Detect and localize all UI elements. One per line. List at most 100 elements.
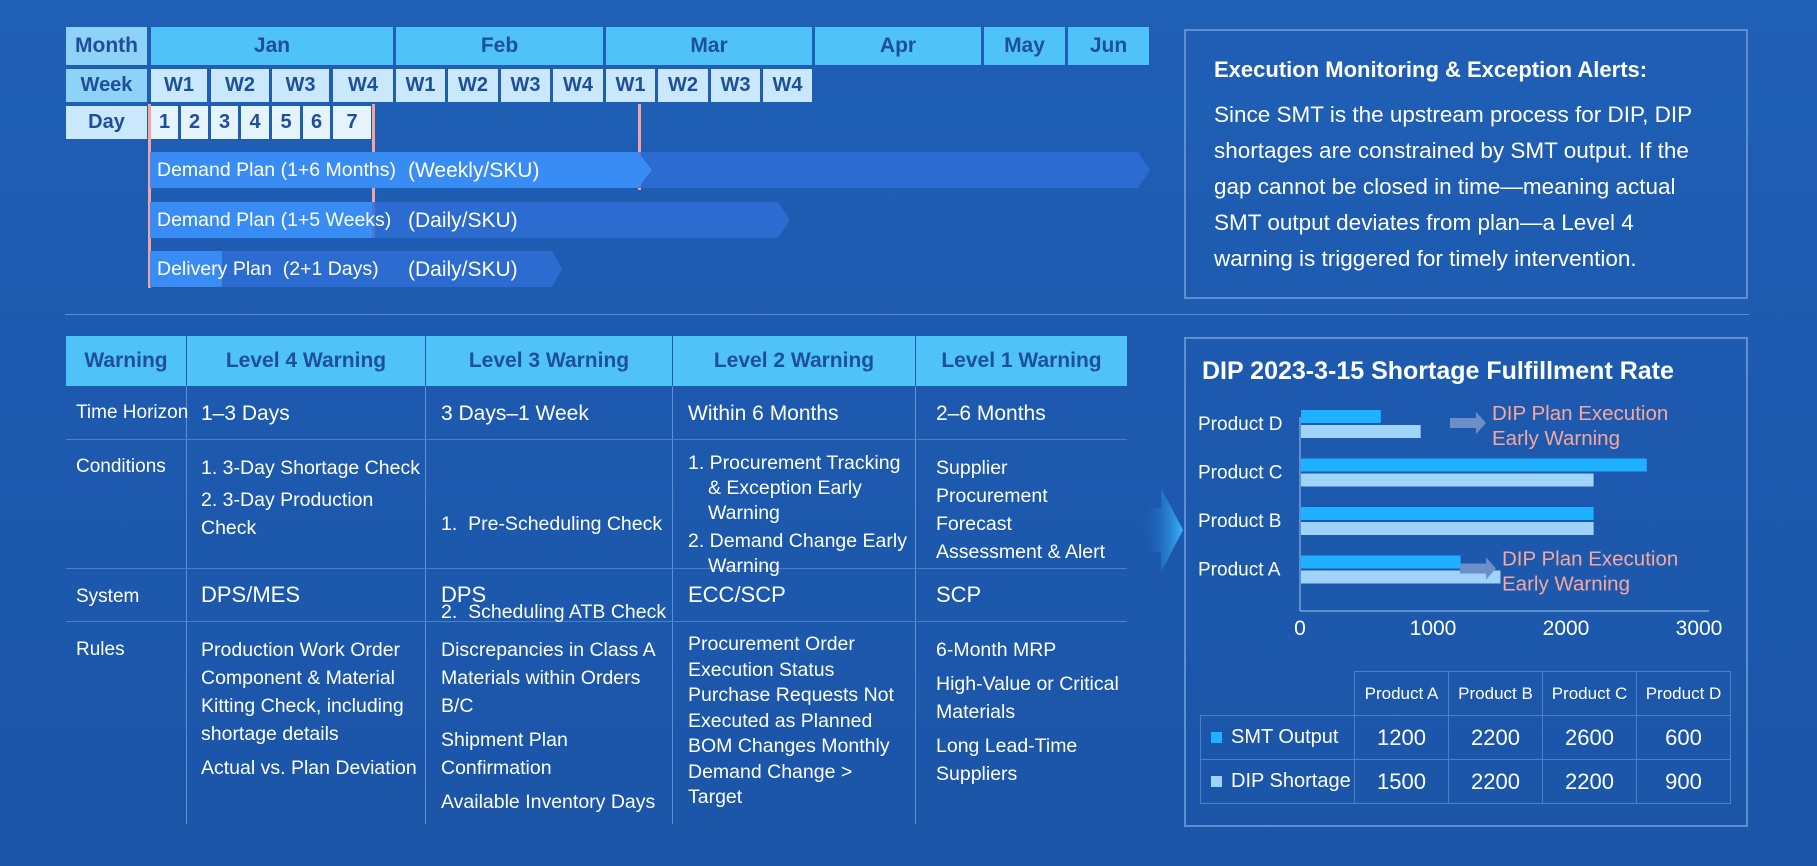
table-corner xyxy=(1201,672,1355,716)
week-cell: W1 xyxy=(396,69,445,102)
time-horizon-l2: Within 6 Months xyxy=(688,402,839,425)
system-l1: SCP xyxy=(936,582,982,607)
column-separator xyxy=(915,386,916,824)
day-cell: 3 xyxy=(211,106,238,139)
annotation-text: Early Warning xyxy=(1502,573,1630,596)
category-label: Product B xyxy=(1198,511,1281,532)
week-cell: W2 xyxy=(448,69,498,102)
table-column-header: Product C xyxy=(1542,671,1637,716)
row-label-month: Month xyxy=(66,27,147,65)
system-l4: DPS/MES xyxy=(201,582,301,607)
legend-swatch-dip xyxy=(1211,776,1222,788)
month-feb: Feb xyxy=(396,27,603,65)
table-cell: 2200 xyxy=(1448,759,1543,804)
rules-l2: Procurement Order Execution Status Purch… xyxy=(688,633,894,808)
rule-item: 6-Month MRP xyxy=(936,639,1057,661)
week-cell: W3 xyxy=(711,69,760,102)
table-header: Level 1 Warning xyxy=(916,336,1127,386)
month-jan: Jan xyxy=(151,27,393,65)
table-cell: 2600 xyxy=(1542,715,1637,760)
row-separator xyxy=(66,439,1127,440)
rules-l3: Discrepancies in Class A Materials withi… xyxy=(441,636,669,816)
week-cell: W3 xyxy=(272,69,329,102)
day-cell: 6 xyxy=(303,106,330,139)
time-horizon-l3: 3 Days–1 Week xyxy=(441,402,589,425)
bar-chart: Product D Product C Product B Product A 0 100… xyxy=(1198,402,1723,640)
row-label-week: Week xyxy=(66,69,147,102)
condition-item: 2. Demand Change Early Warning xyxy=(688,530,907,577)
time-horizon-l4: 1–3 Days xyxy=(201,402,290,425)
condition-item: 2. 3-Day Production Check xyxy=(201,489,374,539)
condition-item: 1. Pre-Scheduling Check xyxy=(441,513,663,535)
plan-unit: (Weekly/SKU) xyxy=(408,159,540,182)
bar-smt xyxy=(1301,410,1381,423)
legend-swatch-smt xyxy=(1211,732,1222,744)
series-label-smt: SMT Output xyxy=(1200,715,1355,760)
rule-item: Actual vs. Plan Deviation xyxy=(201,757,417,779)
row-label-rules: Rules xyxy=(76,639,125,660)
bar-smt xyxy=(1301,458,1647,472)
rule-item: High-Value or Critical Materials xyxy=(936,673,1119,723)
warning-level-table: Warning Level 4 Warning Level 3 Warning … xyxy=(66,336,1127,824)
table-column-header: Product D xyxy=(1636,671,1731,716)
annotation-text: Early Warning xyxy=(1492,427,1620,450)
table-header: Level 3 Warning xyxy=(426,336,672,386)
annotation-text: DIP Plan Execution xyxy=(1502,548,1678,571)
week-cell: W4 xyxy=(333,69,393,102)
section-divider xyxy=(65,314,1749,315)
day-cell: 7 xyxy=(333,106,371,139)
day-cell: 2 xyxy=(181,106,208,139)
annotation-text: DIP Plan Execution xyxy=(1492,402,1668,425)
rule-item: Discrepancies in Class A Materials withi… xyxy=(441,639,655,717)
week-cell: W2 xyxy=(658,69,708,102)
month-apr: Apr xyxy=(815,27,981,65)
alert-box-title: Execution Monitoring & Exception Alerts: xyxy=(1214,57,1648,82)
column-separator xyxy=(672,386,673,824)
x-tick-label: 0 xyxy=(1294,617,1306,640)
table-cell: 1500 xyxy=(1354,759,1449,804)
annotation-arrow-icon xyxy=(1450,412,1486,434)
week-cell: W4 xyxy=(763,69,812,102)
series-label-dip: DIP Shortage xyxy=(1200,759,1355,804)
x-tick-label: 3000 xyxy=(1676,617,1723,640)
chart-panel: DIP 2023-3-15 Shortage Fulfillment Rate … xyxy=(1184,337,1748,827)
table-cell: 2200 xyxy=(1542,759,1637,804)
rule-item: Shipment Plan Confirmation xyxy=(441,729,568,779)
week-cell: W2 xyxy=(211,69,269,102)
day-cell: 1 xyxy=(151,106,178,139)
rules-l1: 6-Month MRP High-Value or Critical Mater… xyxy=(936,636,1121,788)
week-cell: W3 xyxy=(501,69,550,102)
x-tick-label: 2000 xyxy=(1543,617,1590,640)
plan-unit: (Daily/SKU) xyxy=(408,209,518,232)
plan-label: Demand Plan (1+5 Weeks) xyxy=(157,209,392,231)
bar-smt xyxy=(1301,507,1594,520)
conditions-l2: 1. Procurement Tracking & Exception Earl… xyxy=(688,451,910,579)
table-row: SMT Output 1200 2200 2600 600 xyxy=(1200,715,1731,760)
column-separator xyxy=(425,386,426,824)
table-header: Warning xyxy=(66,336,186,386)
alert-box-text: Since SMT is the upstream process for DI… xyxy=(1214,102,1692,271)
table-row: DIP Shortage 1500 2200 2200 900 xyxy=(1200,759,1731,804)
system-l3: DPS xyxy=(441,582,487,607)
row-label-day: Day xyxy=(66,106,147,139)
bar-smt xyxy=(1301,555,1461,569)
rule-item: Long Lead-Time Suppliers xyxy=(936,735,1078,785)
conditions-l1: Supplier Procurement Forecast Assessment… xyxy=(936,457,1106,563)
bar-dip xyxy=(1301,522,1594,535)
day-cell: 5 xyxy=(272,106,300,139)
plan-label: Delivery Plan (2+1 Days) xyxy=(157,258,379,280)
plan-label: Demand Plan (1+6 Months) xyxy=(157,159,396,181)
rule-item: Available Inventory Days xyxy=(441,791,656,813)
chart-data-table: Product A Product B Product C Product D … xyxy=(1200,671,1731,804)
plan-unit: (Daily/SKU) xyxy=(408,258,518,281)
category-label: Product C xyxy=(1198,463,1282,484)
row-label-conditions: Conditions xyxy=(76,456,166,477)
month-may: May xyxy=(984,27,1065,65)
table-cell: 600 xyxy=(1636,715,1731,760)
table-cell: 2200 xyxy=(1448,715,1543,760)
flow-arrow-icon xyxy=(1143,488,1183,572)
bar-dip xyxy=(1301,425,1421,438)
condition-item: 1. Procurement Tracking & Exception Earl… xyxy=(688,452,901,524)
category-label: Product D xyxy=(1198,414,1282,435)
table-cell: 900 xyxy=(1636,759,1731,804)
